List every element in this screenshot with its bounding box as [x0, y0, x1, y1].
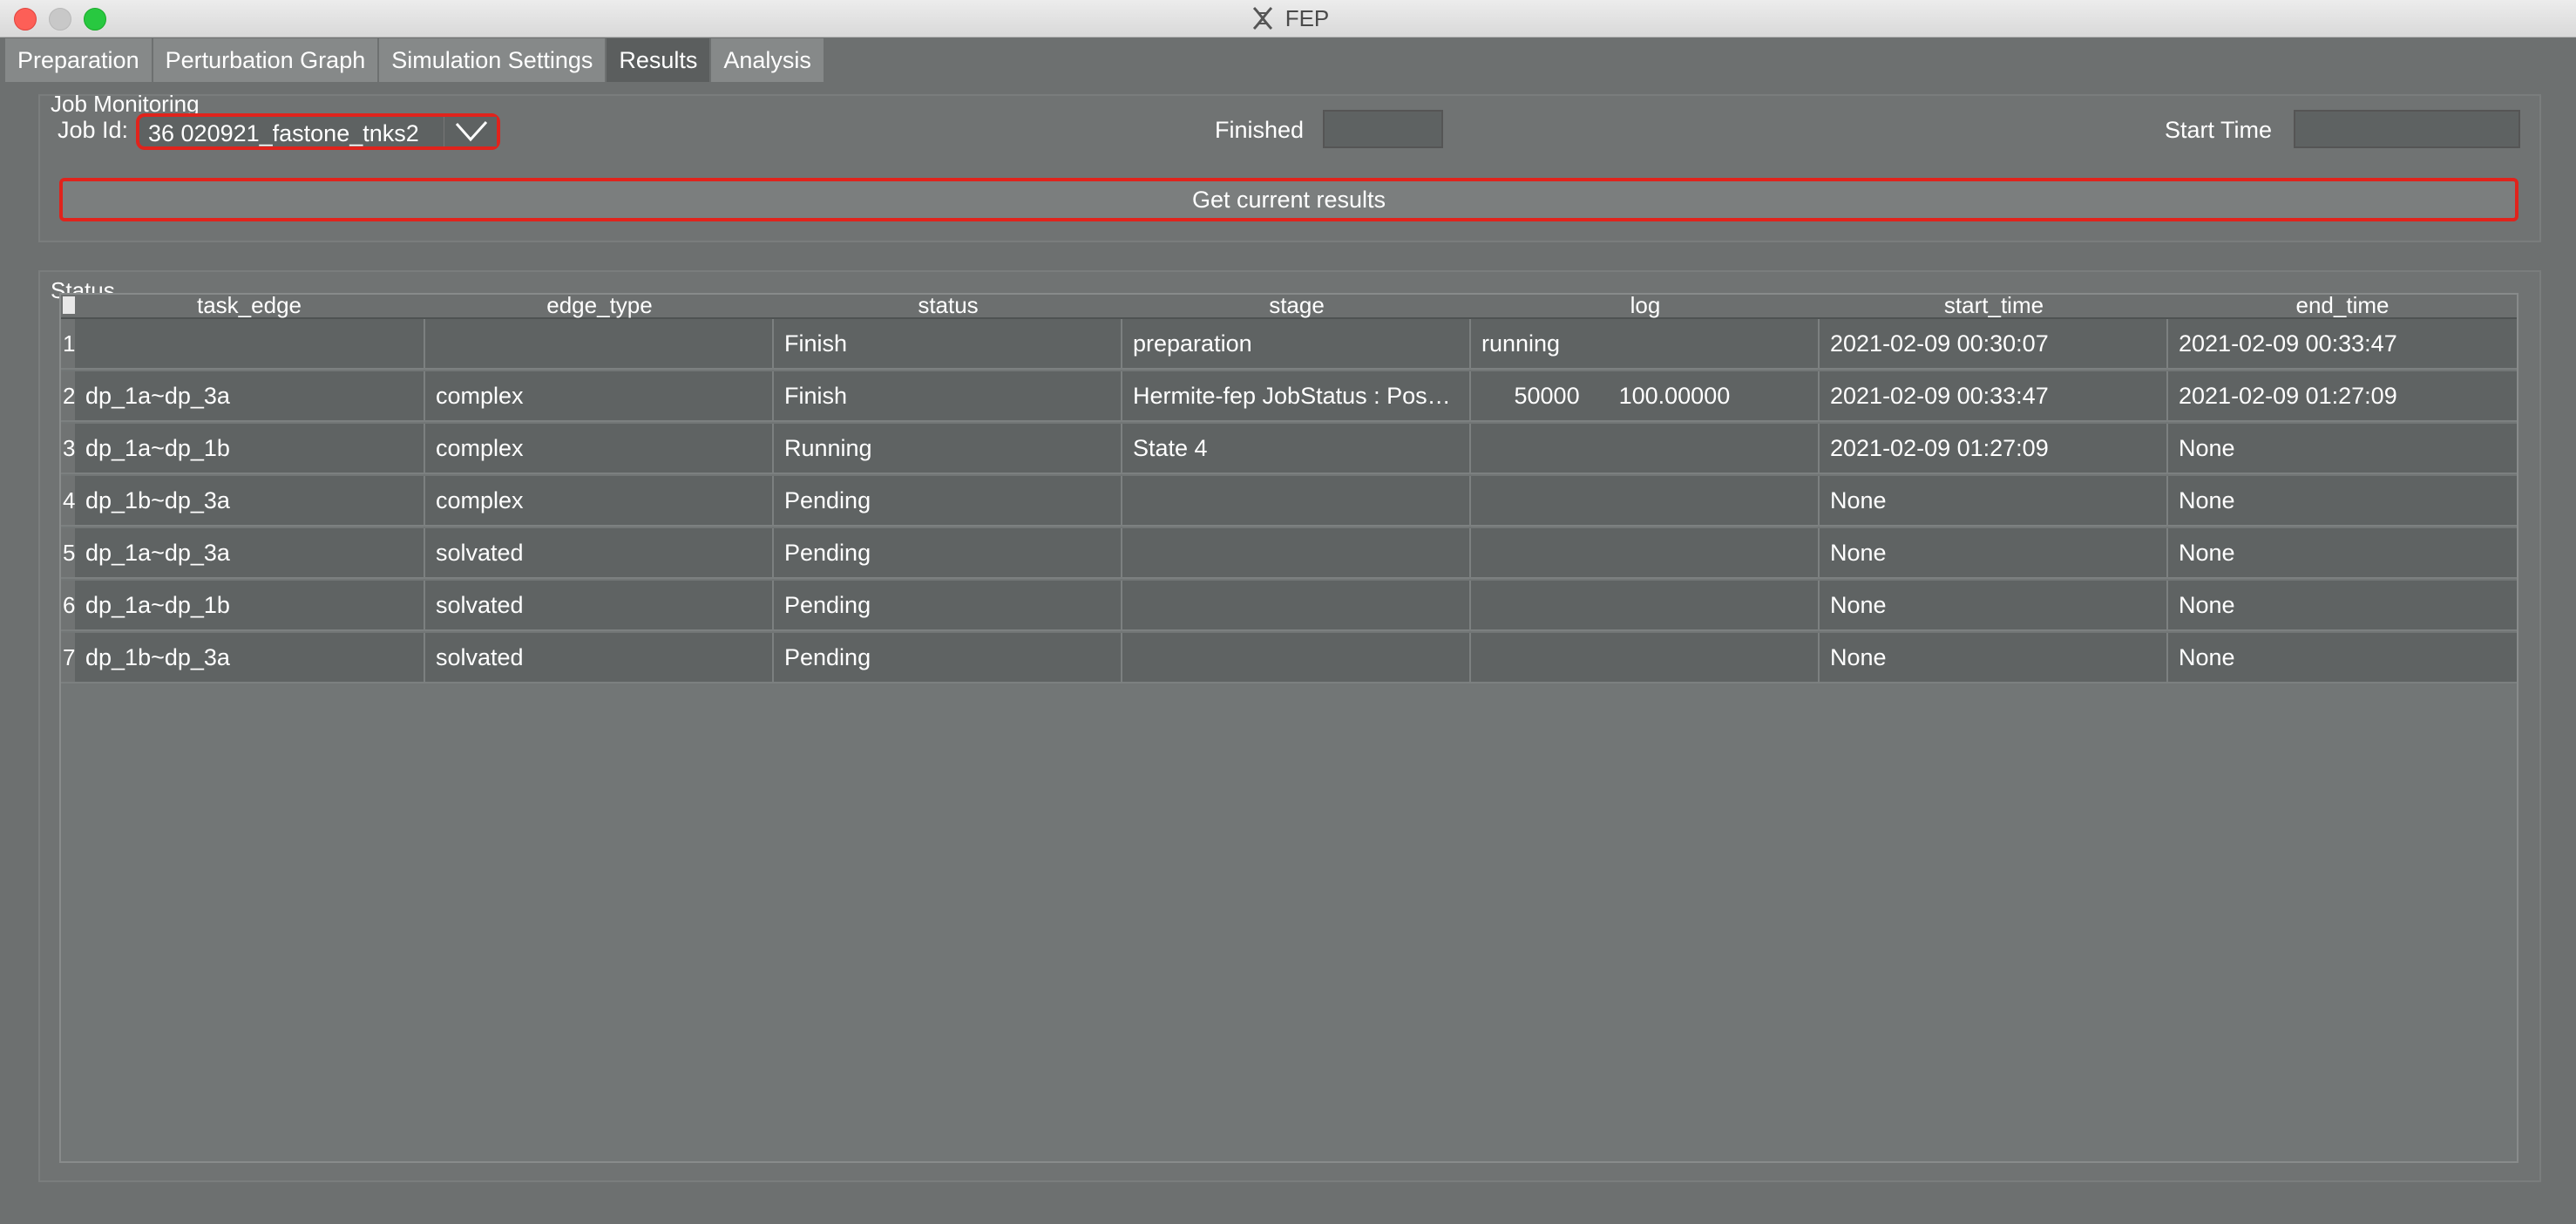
cell-end-time[interactable]: None: [2168, 581, 2517, 629]
cell-task-edge[interactable]: dp_1a~dp_3a: [75, 371, 425, 420]
cell-start-time[interactable]: None: [1820, 633, 2168, 682]
table-row[interactable]: 7 dp_1b~dp_3a solvated Pending None None: [61, 633, 2517, 683]
cell-log[interactable]: [1471, 528, 1820, 577]
column-header-task-edge[interactable]: task_edge: [75, 292, 424, 318]
cell-stage[interactable]: [1122, 528, 1471, 577]
column-header-start-time[interactable]: start_time: [1820, 292, 2168, 318]
cell-end-time[interactable]: 2021-02-09 01:27:09: [2168, 371, 2517, 420]
column-header-edge-type[interactable]: edge_type: [425, 292, 774, 318]
window-title: FEP: [1285, 4, 1330, 31]
window-title-area: FEP: [0, 0, 2576, 37]
cell-stage[interactable]: preparation: [1122, 319, 1471, 368]
cell-stage[interactable]: [1122, 633, 1471, 682]
cell-start-time[interactable]: 2021-02-09 00:33:47: [1820, 371, 2168, 420]
cell-log[interactable]: [1471, 424, 1820, 473]
cell-end-time[interactable]: None: [2168, 528, 2517, 577]
cell-log[interactable]: [1471, 633, 1820, 682]
cell-log[interactable]: running: [1471, 319, 1820, 368]
row-number: 1: [61, 319, 75, 368]
cell-stage[interactable]: State 4: [1122, 424, 1471, 473]
column-header-end-time[interactable]: end_time: [2168, 292, 2517, 318]
dna-icon: [1252, 6, 1272, 31]
cell-start-time[interactable]: None: [1820, 581, 2168, 629]
get-current-results-button[interactable]: Get current results: [59, 178, 2518, 221]
cell-end-time[interactable]: None: [2168, 424, 2517, 473]
cell-task-edge[interactable]: dp_1a~dp_1b: [75, 424, 425, 473]
cell-stage[interactable]: [1122, 476, 1471, 525]
cell-status[interactable]: Pending: [774, 476, 1122, 525]
window-titlebar: FEP: [0, 0, 2576, 37]
cell-task-edge[interactable]: dp_1a~dp_3a: [75, 528, 425, 577]
cell-edge-type[interactable]: solvated: [425, 633, 774, 682]
cell-status[interactable]: Pending: [774, 581, 1122, 629]
cell-start-time[interactable]: 2021-02-09 00:30:07: [1820, 319, 2168, 368]
row-number: 2: [61, 371, 75, 420]
row-number: 5: [61, 528, 75, 577]
cell-start-time[interactable]: 2021-02-09 01:27:09: [1820, 424, 2168, 473]
status-table[interactable]: task_edge edge_type status stage log sta…: [59, 292, 2518, 1163]
tab-bar: Preparation Perturbation Graph Simulatio…: [0, 38, 2576, 82]
column-header-stage[interactable]: stage: [1122, 292, 1471, 318]
cell-status[interactable]: Pending: [774, 633, 1122, 682]
cell-log[interactable]: [1471, 581, 1820, 629]
start-time-label: Start Time: [2165, 117, 2273, 143]
cell-log[interactable]: 50000 100.00000: [1471, 371, 1820, 420]
table-row[interactable]: 6 dp_1a~dp_1b solvated Pending None None: [61, 581, 2517, 631]
row-number: 7: [61, 633, 75, 682]
job-id-label: Job Id:: [58, 117, 129, 143]
row-number: 6: [61, 581, 75, 629]
cell-stage[interactable]: Hermite-fep JobStatus : Pos…: [1122, 371, 1471, 420]
table-row[interactable]: 3 dp_1a~dp_1b complex Running State 4 20…: [61, 424, 2517, 474]
cell-edge-type[interactable]: [425, 319, 774, 368]
cell-edge-type[interactable]: solvated: [425, 528, 774, 577]
tab-analysis[interactable]: Analysis: [711, 38, 825, 82]
cell-edge-type[interactable]: solvated: [425, 581, 774, 629]
cell-task-edge[interactable]: dp_1b~dp_3a: [75, 633, 425, 682]
cell-task-edge[interactable]: dp_1a~dp_1b: [75, 581, 425, 629]
job-id-value: 36 020921_fastone_tnks2: [148, 120, 419, 146]
cell-log[interactable]: [1471, 476, 1820, 525]
job-id-dropdown[interactable]: 36 020921_fastone_tnks2: [136, 113, 500, 150]
tab-preparation[interactable]: Preparation: [5, 38, 153, 82]
finished-label: Finished: [1215, 117, 1305, 143]
cell-edge-type[interactable]: complex: [425, 424, 774, 473]
cell-start-time[interactable]: None: [1820, 476, 2168, 525]
cell-task-edge[interactable]: dp_1b~dp_3a: [75, 476, 425, 525]
table-row[interactable]: 1 Finish preparation running 2021-02-09 …: [61, 319, 2517, 370]
chevron-down-icon[interactable]: [444, 117, 497, 146]
row-number: 4: [61, 476, 75, 525]
cell-edge-type[interactable]: complex: [425, 371, 774, 420]
table-row[interactable]: 2 dp_1a~dp_3a complex Finish Hermite-fep…: [61, 371, 2517, 422]
cell-task-edge[interactable]: [75, 319, 425, 368]
table-row[interactable]: 4 dp_1b~dp_3a complex Pending None None: [61, 476, 2517, 527]
table-corner[interactable]: [63, 296, 75, 314]
tab-perturbation-graph[interactable]: Perturbation Graph: [153, 38, 380, 82]
cell-status[interactable]: Running: [774, 424, 1122, 473]
row-number: 3: [61, 424, 75, 473]
cell-edge-type[interactable]: complex: [425, 476, 774, 525]
cell-status[interactable]: Pending: [774, 528, 1122, 577]
table-header: task_edge edge_type status stage log sta…: [61, 292, 2517, 320]
cell-status[interactable]: Finish: [774, 319, 1122, 368]
tab-results[interactable]: Results: [607, 38, 712, 82]
finished-field: [1323, 110, 1443, 148]
cell-end-time[interactable]: 2021-02-09 00:33:47: [2168, 319, 2517, 368]
column-header-log[interactable]: log: [1471, 292, 1820, 318]
column-header-status[interactable]: status: [774, 292, 1122, 318]
cell-status[interactable]: Finish: [774, 371, 1122, 420]
cell-stage[interactable]: [1122, 581, 1471, 629]
table-row[interactable]: 5 dp_1a~dp_3a solvated Pending None None: [61, 528, 2517, 579]
tab-simulation-settings[interactable]: Simulation Settings: [379, 38, 607, 82]
cell-end-time[interactable]: None: [2168, 476, 2517, 525]
cell-end-time[interactable]: None: [2168, 633, 2517, 682]
start-time-field: [2294, 110, 2520, 148]
cell-start-time[interactable]: None: [1820, 528, 2168, 577]
